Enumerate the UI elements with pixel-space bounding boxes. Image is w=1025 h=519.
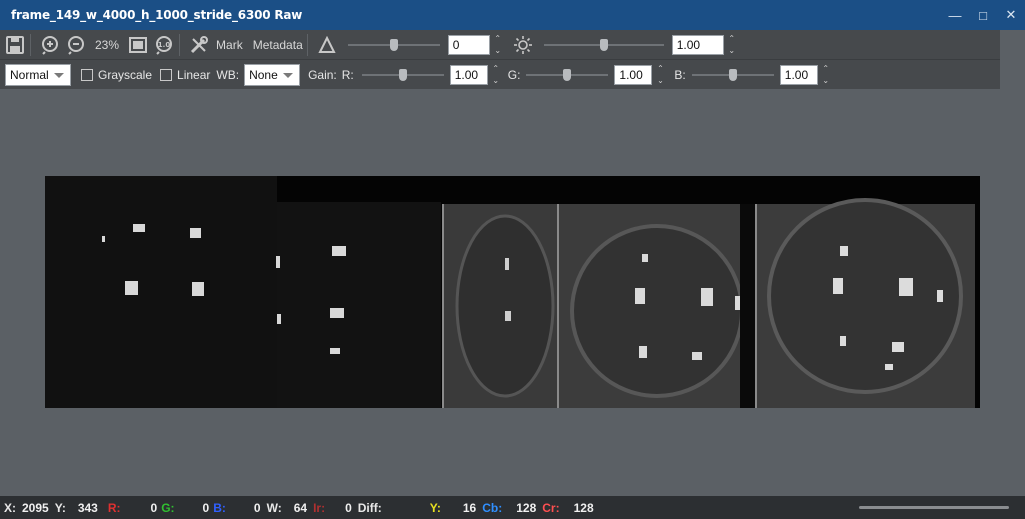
mode-select[interactable]: Normal xyxy=(5,63,71,86)
status-r-label: R: xyxy=(107,500,121,515)
wb-label: WB: xyxy=(216,67,240,82)
status-w-label: W: xyxy=(266,500,282,515)
gain-b-spinner[interactable]: ⌃ ⌄ xyxy=(820,64,832,86)
chevron-down-icon xyxy=(54,72,64,78)
zoom-level: 23% xyxy=(95,37,120,52)
gain-b-label: B: xyxy=(674,67,686,82)
raw-frame-image xyxy=(45,176,980,408)
zoom-1to1-icon[interactable]: 1.0 xyxy=(153,34,175,56)
gain-r-slider-thumb[interactable] xyxy=(398,68,407,81)
status-r-value: 0 xyxy=(150,500,158,515)
status-yy-label: Y: xyxy=(429,500,441,515)
window-title: frame_149_w_4000_h_1000_stride_6300 Raw xyxy=(11,8,303,22)
status-y-value: 343 xyxy=(77,500,98,515)
status-cb-label: Cb: xyxy=(482,500,503,515)
brightness-icon xyxy=(512,34,534,56)
wb-select-value: None xyxy=(249,67,278,82)
gain-b-input[interactable]: 1.00 xyxy=(779,64,818,85)
status-x-value: 2095 xyxy=(22,500,49,515)
linear-checkbox[interactable] xyxy=(160,68,173,81)
toolbar-main: 23% 1.0 Mark Metadata 0 ⌃ ⌄ 1.00 ⌃ ⌄ xyxy=(0,30,1000,59)
status-w-value: 64 xyxy=(293,500,308,515)
fit-screen-icon[interactable] xyxy=(127,34,149,56)
status-g-value: 0 xyxy=(202,500,210,515)
grayscale-checkbox[interactable] xyxy=(81,68,93,81)
gain-r-input[interactable]: 1.00 xyxy=(449,64,488,85)
toolbar-separator xyxy=(30,33,31,56)
tools-icon[interactable] xyxy=(188,34,210,56)
metadata-button[interactable]: Metadata xyxy=(253,38,303,52)
brightness-spinner[interactable]: ⌃ ⌄ xyxy=(726,34,738,56)
status-bar: X: 2095 Y: 343 R: 0 G: 0 B: 0 W: 64 Ir: … xyxy=(0,496,1025,519)
contrast-spinner[interactable]: ⌃ ⌄ xyxy=(492,34,504,56)
contrast-input[interactable]: 0 xyxy=(447,34,490,55)
status-b-value: 0 xyxy=(253,500,261,515)
status-cr-label: Cr: xyxy=(542,500,560,515)
status-cb-value: 128 xyxy=(516,500,537,515)
status-diff-label: Diff: xyxy=(357,500,382,515)
status-cr-value: 128 xyxy=(573,500,594,515)
status-g-label: G: xyxy=(161,500,175,515)
zoom-out-icon[interactable] xyxy=(65,34,87,56)
horizontal-scrollbar[interactable] xyxy=(859,506,1009,509)
toolbar-separator xyxy=(306,33,308,56)
gain-r-slider[interactable] xyxy=(361,67,444,83)
gain-g-slider-thumb[interactable] xyxy=(563,68,572,81)
status-b-label: B: xyxy=(213,500,226,515)
contrast-slider[interactable] xyxy=(347,37,440,53)
save-icon[interactable] xyxy=(4,34,26,56)
mark-button[interactable]: Mark xyxy=(216,38,243,52)
svg-text:1.0: 1.0 xyxy=(158,41,171,49)
close-button[interactable]: ✕ xyxy=(997,0,1025,30)
gain-label: Gain: xyxy=(308,67,337,82)
gain-g-label: G: xyxy=(507,67,521,82)
gain-r-spinner[interactable]: ⌃ ⌄ xyxy=(490,64,502,86)
toolbar-color: Normal Grayscale Linear WB: None Gain: R… xyxy=(0,59,1000,89)
gain-b-slider-thumb[interactable] xyxy=(728,68,737,81)
gain-r-label: R: xyxy=(341,67,354,82)
chevron-down-icon xyxy=(283,72,294,78)
status-ir-value: 0 xyxy=(345,500,352,515)
linear-label: Linear xyxy=(177,67,211,82)
title-bar: frame_149_w_4000_h_1000_stride_6300 Raw … xyxy=(0,0,1025,30)
contrast-icon xyxy=(316,34,338,56)
minimize-button[interactable]: — xyxy=(941,0,969,30)
gain-g-input[interactable]: 1.00 xyxy=(614,64,653,85)
brightness-input[interactable]: 1.00 xyxy=(671,34,724,55)
mode-select-value: Normal xyxy=(10,67,49,82)
toolbar-separator xyxy=(179,33,181,56)
wb-select[interactable]: None xyxy=(244,63,301,86)
gain-g-slider[interactable] xyxy=(526,67,609,83)
status-x-label: X: xyxy=(4,500,16,515)
maximize-button[interactable]: □ xyxy=(969,0,997,30)
brightness-slider-thumb[interactable] xyxy=(599,38,608,51)
grayscale-label: Grayscale xyxy=(98,67,153,82)
raw-image-viewer[interactable] xyxy=(45,176,980,408)
zoom-in-icon[interactable] xyxy=(39,34,61,56)
contrast-slider-thumb[interactable] xyxy=(389,38,398,51)
status-y-label: Y: xyxy=(54,500,66,515)
status-ir-label: Ir: xyxy=(313,500,326,515)
brightness-slider[interactable] xyxy=(543,37,664,53)
gain-b-slider[interactable] xyxy=(691,67,774,83)
status-yy-value: 16 xyxy=(462,500,477,515)
gain-g-spinner[interactable]: ⌃ ⌄ xyxy=(654,64,666,86)
